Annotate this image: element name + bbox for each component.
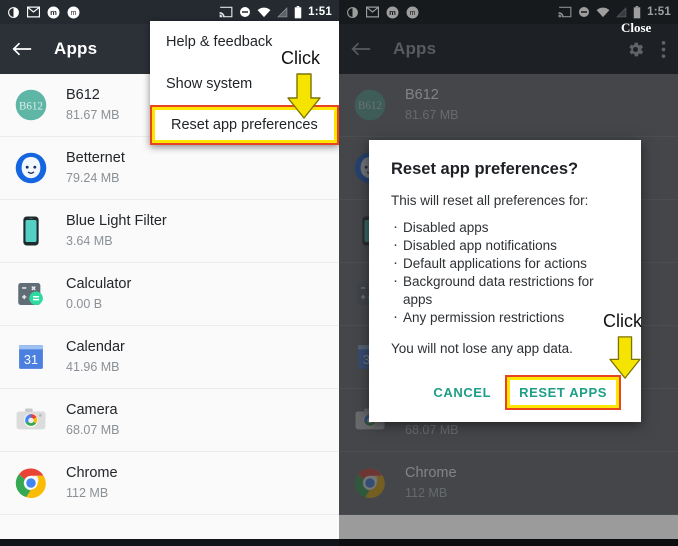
down-arrow-icon — [287, 73, 321, 119]
gmail-icon — [27, 6, 40, 18]
dialog-bullet: Disabled apps — [391, 218, 619, 237]
app-list-row[interactable]: Betternet 79.24 MB — [0, 137, 339, 200]
page-title: Apps — [54, 39, 98, 58]
app-size: 0.00 B — [66, 297, 103, 311]
status-bar-right-icons: 1:51 — [219, 5, 332, 19]
app-list-row[interactable]: Camera 68.07 MB — [0, 389, 339, 452]
menu-item-label: Help & feedback — [166, 34, 273, 50]
app-size: 79.24 MB — [66, 171, 120, 185]
svg-text:31: 31 — [24, 352, 38, 367]
camera-icon — [14, 403, 48, 437]
dialog-bullet-continuation: apps — [403, 292, 433, 307]
status-bar-left-icons: m m — [7, 6, 80, 19]
dialog-bullet: Background data restrictions for — [391, 272, 619, 291]
down-arrow-icon — [609, 336, 641, 379]
blue-light-filter-icon — [14, 214, 48, 248]
app-list-row[interactable]: Blue Light Filter 3.64 MB — [0, 200, 339, 263]
battery-icon — [294, 5, 302, 18]
nav-bar — [0, 539, 339, 546]
app-size: 68.07 MB — [66, 423, 120, 437]
app-list-row[interactable]: 31 Calendar 41.96 MB — [0, 326, 339, 389]
svg-text:m: m — [71, 10, 77, 17]
calculator-icon — [14, 277, 48, 311]
chrome-icon — [14, 466, 48, 500]
click-callout-right: Click — [603, 311, 642, 331]
app-name: B612 — [66, 87, 100, 103]
click-callout-left: Click — [281, 48, 320, 68]
app-list-row[interactable]: Calculator 0.00 B — [0, 263, 339, 326]
screenshot-root: m m 1:51 Apps B612 B612 81.67 MB Betternet 7… — [0, 0, 678, 546]
dialog-note: You will not lose any app data. — [391, 341, 573, 356]
app-name: Calculator — [66, 276, 132, 292]
menu-item-label: Show system — [166, 76, 253, 92]
app-name: Calendar — [66, 339, 125, 355]
right-phone-screen: m m 1:51 Apps B612B61281.67 MBBetternet7 — [339, 0, 678, 546]
svg-text:m: m — [50, 8, 57, 17]
reset-app-preferences-dialog: Reset app preferences? This will reset a… — [369, 140, 641, 422]
dialog-bullet: Default applications for actions — [391, 254, 619, 273]
app-name: Blue Light Filter — [66, 213, 167, 229]
close-callout: Close — [621, 20, 652, 35]
left-phone-screen: m m 1:51 Apps B612 B612 81.67 MB Betternet 7… — [0, 0, 339, 546]
brightness-icon — [8, 6, 19, 18]
app-name: Camera — [66, 402, 118, 418]
app-size: 81.67 MB — [66, 108, 120, 122]
app-size: 3.64 MB — [66, 234, 113, 248]
cancel-button[interactable]: CANCEL — [423, 377, 501, 408]
app-m-icon: m — [47, 6, 60, 18]
dialog-actions: CANCEL RESET APPS — [391, 372, 621, 412]
dialog-bullet-list: Disabled apps Disabled app notifications… — [391, 218, 619, 327]
back-arrow-icon[interactable] — [12, 41, 32, 57]
reset-apps-button[interactable]: RESET APPS — [505, 374, 621, 410]
cast-icon — [219, 6, 233, 18]
dialog-title: Reset app preferences? — [391, 160, 579, 178]
dialog-bullet: Any permission restrictions — [391, 308, 619, 327]
status-bar-clock: 1:51 — [308, 6, 332, 18]
dialog-lead-text: This will reset all preferences for: — [391, 193, 589, 208]
svg-text:B612: B612 — [19, 100, 43, 112]
calendar-icon: 31 — [14, 340, 48, 374]
app-name: Betternet — [66, 150, 125, 166]
app-size: 41.96 MB — [66, 360, 120, 374]
app-size: 112 MB — [66, 486, 109, 500]
app-name: Chrome — [66, 465, 118, 481]
wifi-icon — [257, 7, 271, 17]
b612-icon: B612 — [14, 88, 48, 122]
app-list-row[interactable]: Chrome 112 MB — [0, 452, 339, 515]
app-m2-icon: m — [67, 6, 80, 18]
do-not-disturb-icon — [240, 7, 251, 17]
signal-icon — [277, 6, 288, 17]
betternet-icon — [14, 151, 48, 185]
dialog-bullet: Disabled app notifications — [391, 236, 619, 255]
